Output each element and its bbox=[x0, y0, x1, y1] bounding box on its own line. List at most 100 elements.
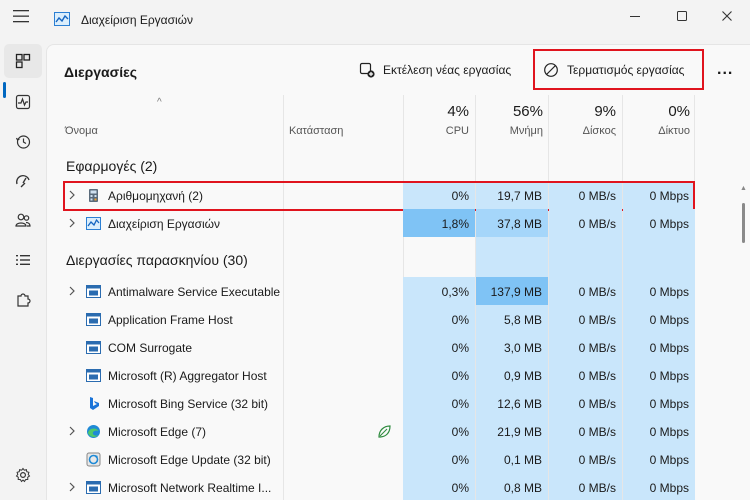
chevron-right-icon[interactable] bbox=[67, 425, 77, 437]
cpu-cell: 0% bbox=[403, 333, 475, 361]
sidebar-item-services[interactable] bbox=[4, 283, 42, 317]
table-row[interactable]: COM Surrogate 0% 3,0 MB 0 MB/s 0 Mbps bbox=[47, 333, 750, 361]
end-task-highlight bbox=[533, 49, 704, 90]
table-row[interactable]: Microsoft Bing Service (32 bit) 0% 12,6 … bbox=[47, 389, 750, 417]
process-name: Microsoft Bing Service (32 bit) bbox=[108, 397, 269, 411]
sidebar-item-processes[interactable] bbox=[4, 44, 42, 78]
sidebar-item-startup-apps[interactable] bbox=[4, 164, 42, 198]
background-heat-columns bbox=[403, 237, 695, 277]
memory-cell: 37,8 MB bbox=[476, 209, 548, 237]
column-header-memory[interactable]: Μνήμη bbox=[475, 125, 543, 137]
main-panel: Διεργασίες Εκτέλεση νέας εργασίας Τερματ… bbox=[46, 44, 750, 500]
sidebar-item-performance[interactable] bbox=[4, 85, 42, 119]
services-puzzle-icon bbox=[17, 293, 31, 307]
title-bar: Διαχείριση Εργασιών bbox=[0, 0, 750, 30]
process-name: Microsoft Network Realtime I... bbox=[108, 481, 272, 495]
memory-cell: 0,1 MB bbox=[476, 445, 548, 473]
table-row[interactable]: Microsoft Edge Update (32 bit) 0% 0,1 MB… bbox=[47, 445, 750, 473]
cpu-cell: 0% bbox=[403, 361, 475, 389]
disk-cell: 0 MB/s bbox=[549, 473, 622, 500]
app-window-icon bbox=[86, 341, 101, 354]
cpu-cell: 0% bbox=[403, 305, 475, 333]
disk-cell: 0 MB/s bbox=[549, 277, 622, 305]
hamburger-menu-icon[interactable] bbox=[12, 8, 30, 24]
network-cell: 0 Mbps bbox=[623, 445, 695, 473]
table-row[interactable]: Application Frame Host 0% 5,8 MB 0 MB/s … bbox=[47, 305, 750, 333]
close-icon bbox=[722, 11, 732, 21]
table-row[interactable]: Microsoft (R) Aggregator Host 0% 0,9 MB … bbox=[47, 361, 750, 389]
network-cell: 0 Mbps bbox=[623, 361, 695, 389]
history-icon bbox=[15, 135, 31, 149]
processes-icon bbox=[15, 53, 31, 69]
sort-up-icon: ^ bbox=[157, 97, 162, 108]
scroll-up-icon[interactable]: ▲ bbox=[740, 185, 747, 192]
network-cell: 0 Mbps bbox=[623, 389, 695, 417]
column-header-cpu[interactable]: CPU bbox=[403, 125, 469, 137]
maximize-icon bbox=[677, 11, 687, 21]
minimize-button[interactable] bbox=[612, 2, 658, 30]
edge-icon bbox=[87, 425, 100, 438]
column-header-status[interactable]: Κατάσταση bbox=[289, 125, 343, 137]
disk-total: 9% bbox=[594, 103, 616, 120]
vertical-scrollbar[interactable] bbox=[742, 203, 745, 243]
edge-update-icon bbox=[86, 452, 101, 467]
run-new-task-icon bbox=[359, 62, 375, 78]
network-cell: 0 Mbps bbox=[623, 277, 695, 305]
network-cell: 0 Mbps bbox=[623, 473, 695, 500]
memory-cell: 137,9 MB bbox=[476, 277, 548, 305]
table-row[interactable]: Microsoft Edge (7) 0% 21,9 MB 0 MB/s 0 M… bbox=[47, 417, 750, 445]
column-header-name[interactable]: Όνομα bbox=[65, 125, 98, 137]
cpu-total: 4% bbox=[447, 103, 469, 120]
network-cell: 0 Mbps bbox=[623, 209, 695, 237]
process-name: Microsoft Edge (7) bbox=[108, 425, 207, 439]
more-options-label: ... bbox=[717, 61, 734, 78]
column-header-network[interactable]: Δίκτυο bbox=[622, 125, 690, 137]
run-new-task-button[interactable]: Εκτέλεση νέας εργασίας bbox=[359, 55, 511, 85]
app-window-icon bbox=[86, 285, 101, 298]
performance-icon bbox=[15, 94, 31, 110]
column-header-disk[interactable]: Δίσκος bbox=[548, 125, 616, 137]
disk-cell: 0 MB/s bbox=[549, 209, 622, 237]
memory-cell: 0,9 MB bbox=[476, 361, 548, 389]
chevron-right-icon[interactable] bbox=[67, 217, 77, 229]
sidebar bbox=[0, 30, 46, 500]
sidebar-item-details[interactable] bbox=[4, 243, 42, 277]
cpu-cell: 0% bbox=[403, 473, 475, 500]
sidebar-item-users[interactable] bbox=[4, 203, 42, 237]
disk-cell: 0 MB/s bbox=[549, 333, 622, 361]
process-name: Διαχείριση Εργασιών bbox=[108, 217, 221, 231]
disk-cell: 0 MB/s bbox=[549, 361, 622, 389]
disk-cell: 0 MB/s bbox=[549, 389, 622, 417]
details-list-icon bbox=[16, 255, 30, 265]
process-name: Microsoft Edge Update (32 bit) bbox=[108, 453, 271, 467]
table-row[interactable]: Antimalware Service Executable 0,3% 137,… bbox=[47, 277, 750, 305]
chevron-right-icon[interactable] bbox=[67, 285, 77, 297]
sidebar-item-settings[interactable] bbox=[4, 458, 42, 492]
close-button[interactable] bbox=[704, 2, 750, 30]
network-total: 0% bbox=[668, 103, 690, 120]
sidebar-item-app-history[interactable] bbox=[4, 125, 42, 159]
page-title: Διεργασίες bbox=[64, 64, 138, 80]
speedometer-icon bbox=[16, 175, 30, 188]
table-row[interactable]: Microsoft Network Realtime I... 0% 0,8 M… bbox=[47, 473, 750, 500]
app-window-icon bbox=[86, 313, 101, 326]
maximize-button[interactable] bbox=[659, 2, 705, 30]
calculator-row-highlight bbox=[63, 181, 695, 211]
disk-heat-strip bbox=[549, 237, 622, 277]
more-options-button[interactable]: ... bbox=[717, 55, 733, 85]
minimize-icon bbox=[630, 16, 640, 17]
bing-icon bbox=[90, 397, 99, 410]
memory-cell: 21,9 MB bbox=[476, 417, 548, 445]
cpu-cell: 0,3% bbox=[403, 277, 475, 305]
network-cell: 0 Mbps bbox=[623, 417, 695, 445]
memory-cell: 5,8 MB bbox=[476, 305, 548, 333]
table-row[interactable]: Διαχείριση Εργασιών 1,8% 37,8 MB 0 MB/s … bbox=[47, 209, 750, 237]
cpu-cell: 0% bbox=[403, 389, 475, 417]
app-window-icon bbox=[86, 369, 101, 382]
efficiency-mode-leaf-icon bbox=[378, 425, 391, 438]
process-name: Microsoft (R) Aggregator Host bbox=[108, 369, 267, 383]
chevron-right-icon[interactable] bbox=[67, 481, 77, 493]
users-icon bbox=[15, 213, 31, 227]
task-manager-icon bbox=[86, 217, 101, 230]
process-table: ^ Όνομα Κατάσταση 4% CPU 56% Μνήμη 9% Δί… bbox=[47, 95, 750, 500]
